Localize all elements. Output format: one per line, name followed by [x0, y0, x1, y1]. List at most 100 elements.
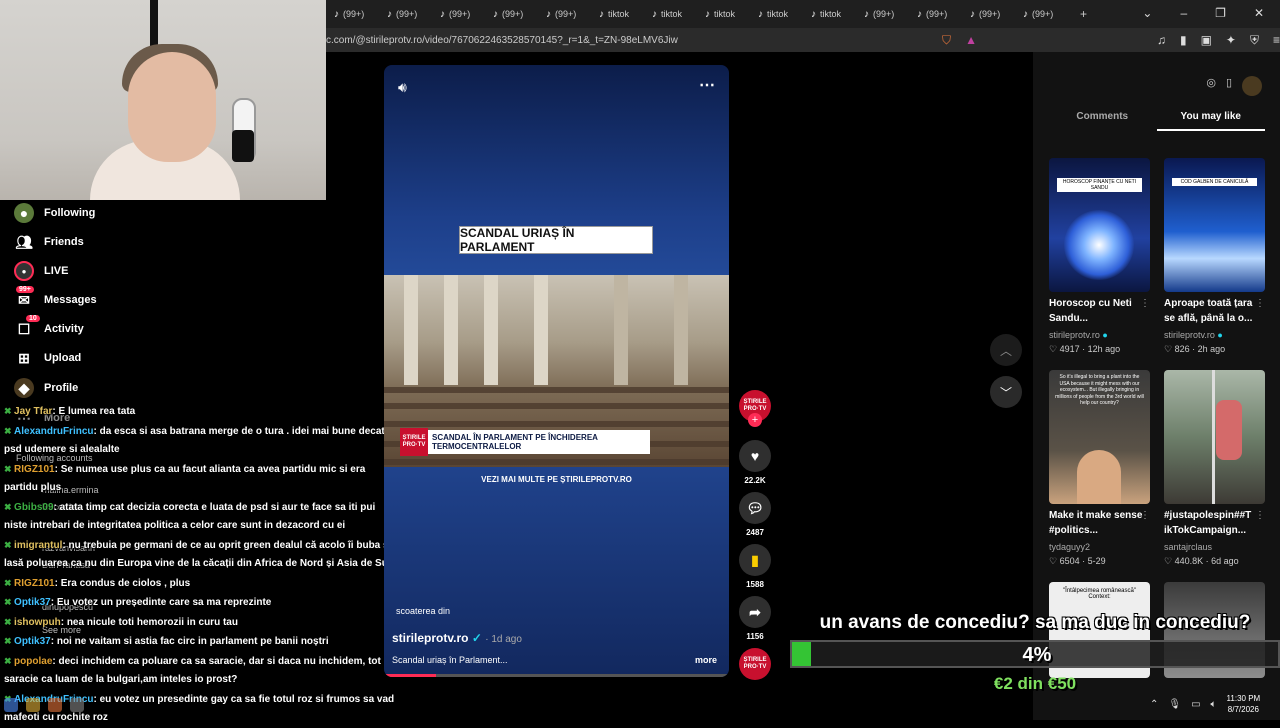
browser-tab[interactable]: ♪ tiktok	[648, 0, 701, 28]
browser-tab[interactable]: ♪ (99+)	[436, 0, 489, 28]
volume-icon[interactable]: 🔊︎	[398, 79, 407, 96]
tab-you-may-like[interactable]: You may like	[1156, 107, 1265, 131]
card-options-icon[interactable]: ⋮	[1140, 510, 1150, 521]
browser-tab[interactable]: ♪ (99+)	[860, 0, 913, 28]
chat-username[interactable]: ishowpuh	[14, 617, 61, 628]
vpn-icon[interactable]: ⛨	[1250, 33, 1259, 48]
chrome-icon[interactable]	[4, 698, 18, 712]
browser-tab[interactable]: ♪ (99+)	[913, 0, 966, 28]
profile-icon: ◆	[14, 378, 34, 398]
chat-username[interactable]: Optik37	[14, 597, 51, 608]
recommended-video-card[interactable]: COD GALBEN DE CANICULĂ Aproape toată țar…	[1164, 158, 1265, 355]
browser-tab[interactable]: ♪ tiktok	[701, 0, 754, 28]
clock[interactable]: 11:30 PM 8/7/2026	[1227, 693, 1261, 715]
video-caption: Scandal uriaș în Parlament...	[392, 655, 508, 665]
chat-username[interactable]: Jay Tfar	[14, 406, 52, 417]
share-button[interactable]: ➦ 1156	[739, 596, 771, 641]
chat-message: ✖ RIGZ101: Era condus de ciolos , plus	[0, 574, 400, 594]
mic-icon[interactable]: 🎙︎	[1168, 699, 1181, 710]
like-button[interactable]: ♥ 22.2K	[739, 440, 771, 485]
wallet-icon[interactable]: ▣	[1201, 33, 1212, 47]
comment-button[interactable]: 💬︎ 2487	[739, 492, 771, 537]
url-field[interactable]: c.com/@stirileprotv.ro/video/76706224635…	[326, 35, 928, 46]
activity-icon: ☐	[17, 320, 31, 337]
recommended-video-card[interactable]: HOROSCOP FINANȚE CU NETI SANDU Horoscop …	[1049, 158, 1150, 355]
previous-video-button[interactable]: ︿	[990, 334, 1022, 366]
browser-tab[interactable]: ♪ (99+)	[489, 0, 542, 28]
leo-ai-icon[interactable]: ✦	[1226, 33, 1236, 47]
chat-text: : atata timp cat decizia corecta e luata…	[4, 501, 376, 532]
caption-more-button[interactable]: more	[695, 655, 717, 665]
browser-tab[interactable]: ♪ tiktok	[807, 0, 860, 28]
tiktok-icon: ♪	[917, 8, 922, 20]
new-tab-button[interactable]: +	[1080, 7, 1087, 21]
browser-tab[interactable]: ♪ (99+)	[1019, 0, 1072, 28]
sidebar-item-friends[interactable]: 👥︎ Friends	[14, 232, 84, 252]
browser-tab[interactable]: ♪ (99+)	[330, 0, 383, 28]
chat-text: : Se numea use plus ca au facut alianta …	[4, 463, 366, 494]
browser-tab[interactable]: ♪ tiktok	[754, 0, 807, 28]
browser-tab[interactable]: ♪ (99+)	[542, 0, 595, 28]
browser-tab[interactable]: ♪ (99+)	[966, 0, 1019, 28]
tab-comments[interactable]: Comments	[1048, 107, 1157, 131]
messages-badge: 99+	[16, 286, 34, 293]
chat-username[interactable]: imigrantul	[14, 540, 62, 551]
chat-username[interactable]: Gbibs09	[14, 502, 53, 513]
network-icon[interactable]: ▭	[1191, 699, 1200, 710]
recommended-video-card[interactable]: So it's illegal to bring a plant into th…	[1049, 370, 1150, 567]
browser-tab[interactable]: ♪ (99+)	[383, 0, 436, 28]
next-video-button[interactable]: ﹀	[990, 376, 1022, 408]
chat-username[interactable]: popolae	[14, 656, 52, 667]
chat-username[interactable]: Optik37	[14, 636, 51, 647]
kick-badge-icon: ✖	[4, 577, 15, 588]
chevron-up-icon[interactable]: ⌃	[1150, 699, 1158, 710]
volume-icon[interactable]: 🔈︎	[1211, 699, 1217, 710]
panel-tabs: Comments You may like	[1048, 107, 1265, 131]
chat-username[interactable]: RIGZ101	[14, 578, 55, 589]
card-options-icon[interactable]: ⋮	[1255, 298, 1265, 309]
chat-username[interactable]: RIGZ101	[14, 464, 55, 475]
recommended-video-card[interactable]: #justapolespin##T ikTokCampaign... ⋮ san…	[1164, 370, 1265, 567]
save-button[interactable]: ▮ 1588	[739, 544, 771, 589]
browser-tab[interactable]: ♪ tiktok	[595, 0, 648, 28]
brave-shield-icon[interactable]: ⛉	[942, 33, 951, 48]
column	[404, 275, 418, 385]
brave-icon[interactable]	[48, 698, 62, 712]
donation-percent: 4%	[1022, 644, 1052, 666]
user-avatar[interactable]	[1242, 76, 1262, 96]
upload-icon: ⊞	[18, 349, 30, 366]
sidebar-toggle-icon[interactable]: ▮	[1180, 33, 1187, 47]
comment-icon: 💬︎	[739, 492, 771, 524]
tab-list-icon[interactable]: ⌄	[1142, 6, 1152, 20]
sidebar-item-profile[interactable]: ◆ Profile	[14, 378, 78, 398]
chat-username[interactable]: AlexandruFrincu	[14, 426, 93, 437]
card-options-icon[interactable]: ⋮	[1140, 298, 1150, 309]
video-progress-bar[interactable]	[384, 674, 729, 677]
tiktok-icon: ♪	[1023, 8, 1028, 20]
sidebar-item-live[interactable]: ● LIVE	[14, 261, 68, 281]
sidebar-item-activity[interactable]: ☐ 10 Activity	[14, 315, 84, 339]
menu-icon[interactable]: ≡	[1273, 33, 1280, 47]
kick-badge-icon: ✖	[4, 463, 15, 474]
kick-badge-icon: ✖	[4, 501, 15, 512]
video-options-icon[interactable]: ⋯	[699, 75, 715, 95]
share-icon: ➦	[739, 596, 771, 628]
compass-icon[interactable]: ◎	[1206, 76, 1216, 96]
minimize-icon[interactable]: –	[1180, 6, 1187, 20]
sound-disc[interactable]: ȘTIRILE PRO·TV	[739, 648, 771, 680]
restore-icon[interactable]: ❐	[1215, 6, 1226, 20]
messages-icon: ✉︎	[18, 291, 30, 308]
rewards-icon[interactable]: ▲	[965, 33, 977, 47]
sidebar-item-following[interactable]: ● Following	[14, 203, 95, 223]
video-author[interactable]: stirileprotv.ro ✓ · 1d ago	[392, 631, 522, 645]
follow-button[interactable]: +	[748, 413, 762, 427]
video-player[interactable]: 🔊︎ ⋯ SCANDAL URIAȘ ÎN PARLAMENT ȘTIRILE …	[384, 65, 729, 677]
phone-icon[interactable]: ▯	[1226, 76, 1232, 96]
close-icon[interactable]: ✕	[1254, 6, 1264, 20]
media-icon[interactable]: ♫	[1157, 33, 1166, 47]
sidebar-item-messages[interactable]: ✉︎ 99+ Messages	[14, 286, 97, 310]
folder-icon[interactable]	[26, 698, 40, 712]
obs-icon[interactable]	[70, 698, 84, 712]
card-options-icon[interactable]: ⋮	[1255, 510, 1265, 521]
sidebar-item-upload[interactable]: ⊞ Upload	[14, 348, 81, 368]
